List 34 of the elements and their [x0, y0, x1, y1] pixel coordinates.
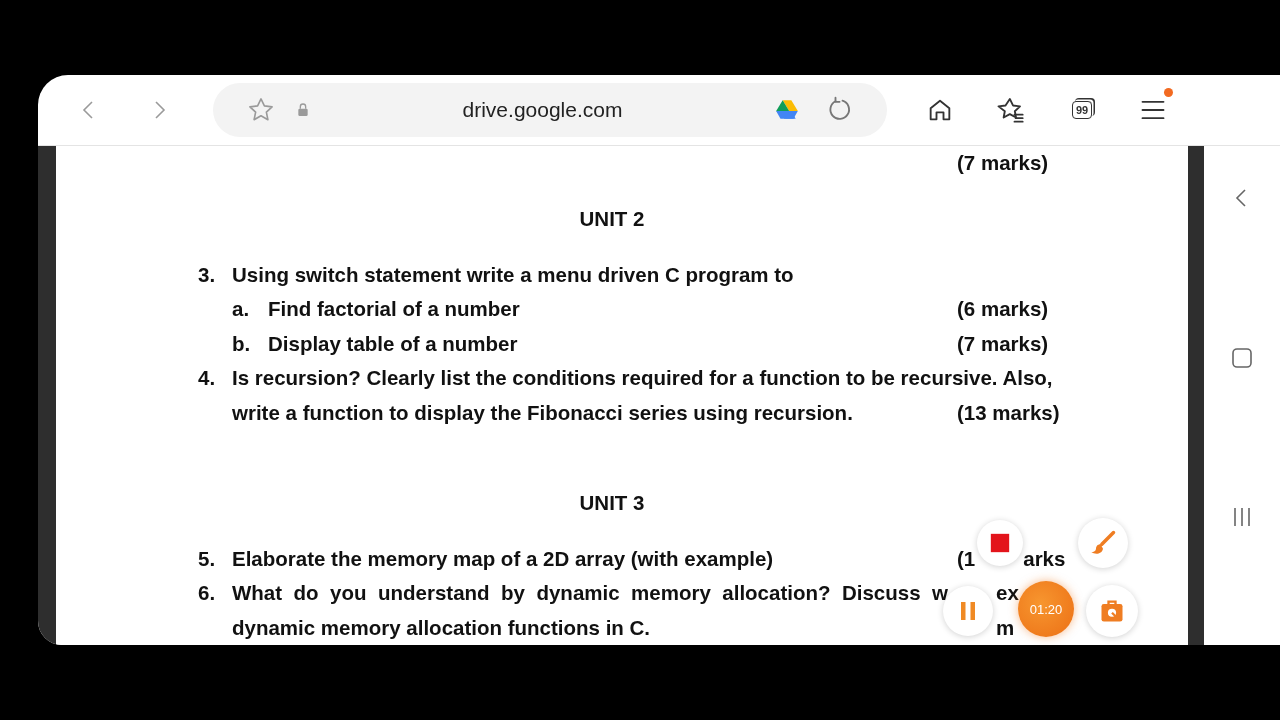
marks-label: (7 marks): [957, 151, 1049, 176]
sub-item-text: Find factorial of a number: [268, 297, 521, 322]
question-text: Elaborate the memory map of a 2D array (with example): [232, 546, 774, 570]
question-number: 3.: [198, 262, 217, 287]
sub-item-letter: a.: [232, 297, 251, 322]
brush-icon: [1089, 529, 1117, 557]
marks-label: (6 marks): [957, 297, 1049, 322]
url-text: drive.google.com: [461, 98, 624, 122]
tabs-button[interactable]: 99: [1060, 88, 1104, 132]
question-text: write a function to display the Fibonacci series using recursion.: [232, 400, 854, 425]
marks-label: (13 marks): [957, 400, 1060, 425]
sub-item-letter: b.: [232, 331, 252, 356]
marks-label: m: [996, 615, 1015, 640]
address-bar[interactable]: drive.google.com: [213, 83, 887, 137]
unit-heading: UNIT 3: [579, 491, 645, 516]
chevron-right-icon: [154, 101, 166, 119]
question-text: dynamic memory allocation functions in C.: [232, 615, 652, 640]
chevron-left-icon: [82, 101, 94, 119]
question-number: 6.: [198, 581, 217, 606]
question-text: Is recursion? Clearly list the conditions required for a function to be recursive. Also,: [232, 366, 1053, 390]
question-number: 5.: [198, 546, 217, 571]
marks-label: arks: [1023, 546, 1066, 571]
question-text: What do you understand by dynamic memory allocation? Discuss w: [232, 581, 948, 606]
marks-label: (1: [957, 546, 976, 571]
square-icon: [1230, 346, 1254, 370]
star-list-icon: [997, 96, 1025, 124]
marks-label: (7 marks): [957, 331, 1049, 356]
marks-label: ex: [996, 581, 1019, 606]
lock-icon: [295, 102, 311, 118]
sub-item-text: Display table of a number: [268, 331, 519, 356]
question-number: 4.: [198, 366, 217, 391]
question-text: Using switch statement write a menu driven C program to: [232, 262, 794, 286]
unit-heading: UNIT 2: [579, 207, 645, 232]
stop-icon: [989, 532, 1011, 554]
